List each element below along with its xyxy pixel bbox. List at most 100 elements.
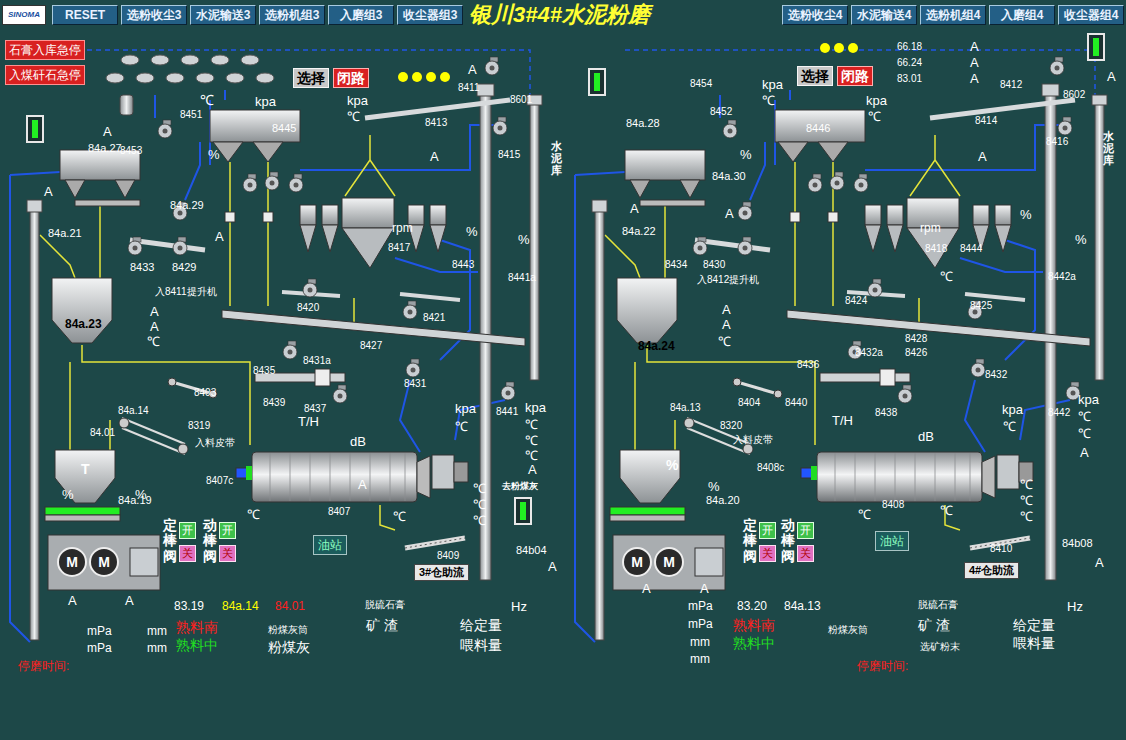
valve-open-button[interactable]: 开 [797, 522, 814, 539]
label: 给定量 [1013, 618, 1055, 632]
fan-icon[interactable] [283, 341, 297, 359]
label: 84a.13 [784, 600, 821, 612]
section-button[interactable]: 选粉机组4 [920, 5, 986, 25]
bucket-elevator [30, 205, 39, 640]
section-button[interactable]: 选粉收尘3 [121, 5, 187, 25]
section-button[interactable]: 选粉收尘4 [782, 5, 848, 25]
section-button[interactable]: 入磨组4 [989, 5, 1055, 25]
section-button[interactable]: 收尘器组3 [397, 5, 463, 25]
label: 入料皮带 [733, 435, 773, 445]
fan-icon[interactable] [333, 385, 347, 403]
label: 8417 [388, 243, 410, 253]
fan-icon[interactable] [1066, 382, 1080, 400]
reset-button[interactable]: RESET [52, 5, 118, 25]
label: A [642, 582, 651, 595]
oil-station-box[interactable]: 油站 [313, 535, 347, 555]
label: 84a.24 [638, 340, 675, 352]
label: A [1107, 70, 1116, 83]
valve-close-button[interactable]: 关 [219, 545, 236, 562]
oil-station-box[interactable]: 油站 [875, 531, 909, 551]
label: 8403 [194, 388, 216, 398]
fan-icon[interactable] [158, 120, 172, 138]
fan-icon[interactable] [738, 237, 752, 255]
label: kpa [347, 94, 368, 107]
label: 8415 [498, 150, 520, 160]
mode-button[interactable]: 选择 [293, 68, 329, 88]
valve-open-button[interactable]: 开 [759, 522, 776, 539]
fan-icon[interactable] [493, 117, 507, 135]
fan-icon[interactable] [868, 279, 882, 297]
fan-icon[interactable] [723, 120, 737, 138]
flow-aid-box[interactable]: 3#仓助流 [414, 564, 469, 581]
label: 8446 [806, 123, 830, 134]
fan-icon[interactable] [265, 172, 279, 190]
mode-button[interactable]: 闭路 [333, 68, 369, 88]
fan-icon[interactable] [173, 237, 187, 255]
ball-mill [817, 452, 982, 502]
fan-icon[interactable] [406, 359, 420, 377]
mode-button[interactable]: 选择 [797, 66, 833, 86]
label: A [125, 594, 134, 607]
section-button[interactable]: 水泥输送4 [851, 5, 917, 25]
status-lamp [848, 43, 858, 53]
fan-icon[interactable] [501, 382, 515, 400]
fan-icon[interactable] [808, 174, 822, 192]
label: 84a.19 [118, 495, 152, 506]
valve-open-button[interactable]: 开 [219, 522, 236, 539]
mode-selector: 选择闭路 [293, 68, 369, 88]
section-button[interactable]: 选粉机组3 [259, 5, 325, 25]
label: 8418 [925, 244, 947, 254]
valve-close-button[interactable]: 关 [759, 545, 776, 562]
label: 熟料中 [176, 638, 218, 652]
fan-icon[interactable] [693, 237, 707, 255]
flow-aid-box[interactable]: 4#仓助流 [964, 562, 1019, 579]
fan-icon[interactable] [243, 174, 257, 192]
mode-button[interactable]: 闭路 [837, 66, 873, 86]
label: ℃ [525, 449, 538, 462]
emergency-stop-button[interactable]: 石膏入库急停 [5, 40, 85, 60]
valve-name: 定棒阀 [743, 518, 757, 564]
fan-icon[interactable] [898, 385, 912, 403]
svg-text:M: M [66, 554, 78, 570]
label: ℃ [1078, 427, 1091, 440]
vertical-label: 水泥库 [551, 140, 562, 176]
fan-icon[interactable] [403, 301, 417, 319]
label: 84a.29 [170, 200, 204, 211]
section-button[interactable]: 收尘器组4 [1058, 5, 1124, 25]
label: 84b08 [1062, 538, 1093, 549]
valve-close-button[interactable]: 关 [179, 545, 196, 562]
hopper [52, 278, 112, 343]
fan-icon[interactable] [289, 174, 303, 192]
fan-icon[interactable] [303, 279, 317, 297]
process-canvas: MMMM石膏入库急停入煤矸石急停选择闭路定棒阀开关动棒阀开关84a.27A84a… [0, 30, 1126, 740]
label: 8407 [328, 507, 350, 517]
dust-collector [775, 110, 865, 142]
fan-icon[interactable] [485, 57, 499, 75]
valve-open-button[interactable]: 开 [179, 522, 196, 539]
press-motor[interactable]: M [655, 548, 683, 576]
section-button[interactable]: 入磨组3 [328, 5, 394, 25]
fan-icon[interactable] [1058, 117, 1072, 135]
label: ℃ [473, 498, 486, 511]
valve-close-button[interactable]: 关 [797, 545, 814, 562]
label: 8441 [496, 407, 518, 417]
press-motor[interactable]: M [90, 548, 118, 576]
label: ℃ [525, 434, 538, 447]
fan-icon[interactable] [128, 237, 142, 255]
label: 84a.30 [712, 171, 746, 182]
fan-icon[interactable] [830, 172, 844, 190]
valve-name: 动棒阀 [203, 518, 217, 564]
fan-icon[interactable] [971, 359, 985, 377]
label: 84a.28 [626, 118, 660, 129]
label: 8439 [263, 398, 285, 408]
label: ℃ [718, 335, 731, 348]
press-motor[interactable]: M [623, 548, 651, 576]
fan-icon[interactable] [854, 174, 868, 192]
fan-icon[interactable] [1050, 57, 1064, 75]
press-motor[interactable]: M [58, 548, 86, 576]
label: 8416 [1046, 137, 1068, 147]
section-button[interactable]: 水泥输送3 [190, 5, 256, 25]
label: 83.20 [737, 600, 767, 612]
emergency-stop-button[interactable]: 入煤矸石急停 [5, 65, 85, 85]
fan-icon[interactable] [738, 202, 752, 220]
